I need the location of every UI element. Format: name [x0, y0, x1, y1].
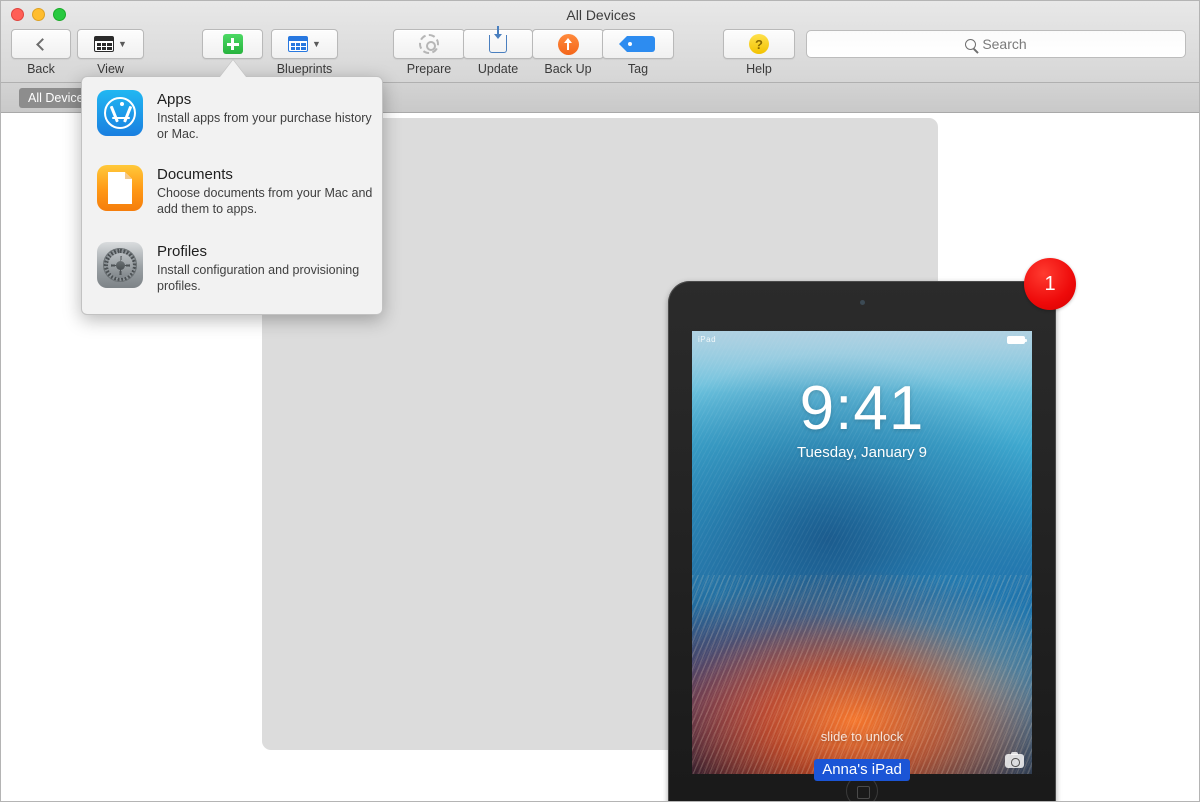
- blueprints-grid-icon: [288, 36, 309, 52]
- menu-item-profiles[interactable]: Profiles Install configuration and provi…: [82, 242, 384, 294]
- update-button-face[interactable]: [463, 26, 533, 59]
- title-bar: All Devices Back ▼ View Add: [1, 1, 1199, 83]
- menu-item-apps[interactable]: Apps Install apps from your purchase his…: [82, 90, 384, 142]
- toolbar-button-backup[interactable]: Back Up: [532, 29, 604, 76]
- battery-icon: [1007, 335, 1027, 344]
- toolbar-label-view: View: [97, 62, 124, 76]
- status-carrier-label: iPad: [698, 335, 717, 344]
- help-question-icon: ?: [749, 34, 769, 54]
- toolbar-label-tag: Tag: [627, 62, 649, 76]
- view-button-face[interactable]: ▼: [77, 29, 144, 59]
- toolbar-label-backup: Back Up: [544, 62, 592, 76]
- gear-settings-icon: [97, 242, 143, 288]
- chevron-down-icon: ▼: [118, 38, 127, 49]
- add-button-face[interactable]: [202, 29, 263, 59]
- backup-arrow-icon: [557, 33, 579, 55]
- wallpaper-texture-lower: [692, 574, 1032, 774]
- chevron-down-icon: ▼: [312, 38, 321, 49]
- toolbar-label-help: Help: [746, 62, 772, 76]
- document-icon: [97, 165, 143, 211]
- front-camera-icon: [859, 300, 865, 305]
- tag-icon: [619, 36, 655, 52]
- backup-button-face[interactable]: [532, 29, 604, 59]
- plus-icon: [222, 34, 243, 54]
- toolbar-label-back: Back: [27, 62, 55, 76]
- menu-item-profiles-description: Install configuration and provisioning p…: [157, 263, 360, 293]
- lock-screen-time: 9:41: [799, 374, 925, 443]
- popover-arrow: [220, 60, 246, 77]
- toolbar-label-blueprints: Blueprints: [276, 62, 333, 76]
- menu-item-apps-description: Install apps from your purchase history …: [157, 111, 372, 141]
- status-badge: 1: [1024, 258, 1076, 310]
- device-name-label[interactable]: Anna's iPad: [814, 759, 910, 781]
- prepare-button-face[interactable]: [393, 29, 465, 59]
- window-title: All Devices: [566, 7, 636, 23]
- menu-item-documents[interactable]: Documents Choose documents from your Mac…: [82, 165, 384, 217]
- menu-item-profiles-text: Profiles Install configuration and provi…: [157, 242, 379, 294]
- toolbar-button-tag[interactable]: Tag: [602, 29, 674, 76]
- device-name-label-wrap: Anna's iPad: [262, 759, 1199, 781]
- ipad-screen: iPad 9:41 Tuesday, January 9 slide to un…: [692, 331, 1032, 774]
- toolbar-button-back[interactable]: Back: [11, 29, 71, 76]
- toolbar-button-help[interactable]: ? Help: [723, 29, 795, 76]
- search-input[interactable]: Search: [806, 30, 1186, 58]
- toolbar-label-update: Update: [477, 62, 519, 76]
- add-menu-popover: Apps Install apps from your purchase his…: [81, 76, 383, 315]
- help-button-face[interactable]: ?: [723, 29, 795, 59]
- chevron-left-icon: [36, 37, 49, 51]
- ipad-device-image[interactable]: iPad 9:41 Tuesday, January 9 slide to un…: [668, 281, 1056, 801]
- lock-screen-date: Tuesday, January 9: [796, 444, 928, 461]
- slide-to-unlock-text: slide to unlock: [820, 729, 904, 744]
- ios-status-bar: iPad: [692, 331, 1032, 347]
- download-icon: [489, 26, 507, 53]
- search-placeholder: Search: [982, 36, 1027, 52]
- back-button-face[interactable]: [11, 29, 71, 59]
- toolbar-button-update[interactable]: Update: [463, 26, 533, 76]
- configurator-window: All Devices Back ▼ View Add: [0, 0, 1200, 802]
- menu-item-profiles-title: Profiles: [157, 243, 208, 260]
- menu-item-apps-title: Apps: [157, 91, 192, 108]
- toolbar-button-blueprints[interactable]: ▼ Blueprints: [271, 29, 338, 76]
- search-icon: [965, 38, 977, 50]
- gear-outline-icon: [419, 34, 439, 54]
- grid-view-icon: [94, 36, 115, 52]
- menu-item-documents-text: Documents Choose documents from your Mac…: [157, 165, 379, 217]
- menu-item-documents-description: Choose documents from your Mac and add t…: [157, 186, 373, 216]
- menu-item-apps-text: Apps Install apps from your purchase his…: [157, 90, 379, 142]
- blueprints-button-face[interactable]: ▼: [271, 29, 338, 59]
- toolbar-label-prepare: Prepare: [406, 62, 452, 76]
- toolbar-button-prepare[interactable]: Prepare: [393, 29, 465, 76]
- app-store-icon: [97, 90, 143, 136]
- menu-item-documents-title: Documents: [157, 166, 233, 183]
- tag-button-face[interactable]: [602, 29, 674, 59]
- toolbar-button-view[interactable]: ▼ View: [77, 29, 144, 76]
